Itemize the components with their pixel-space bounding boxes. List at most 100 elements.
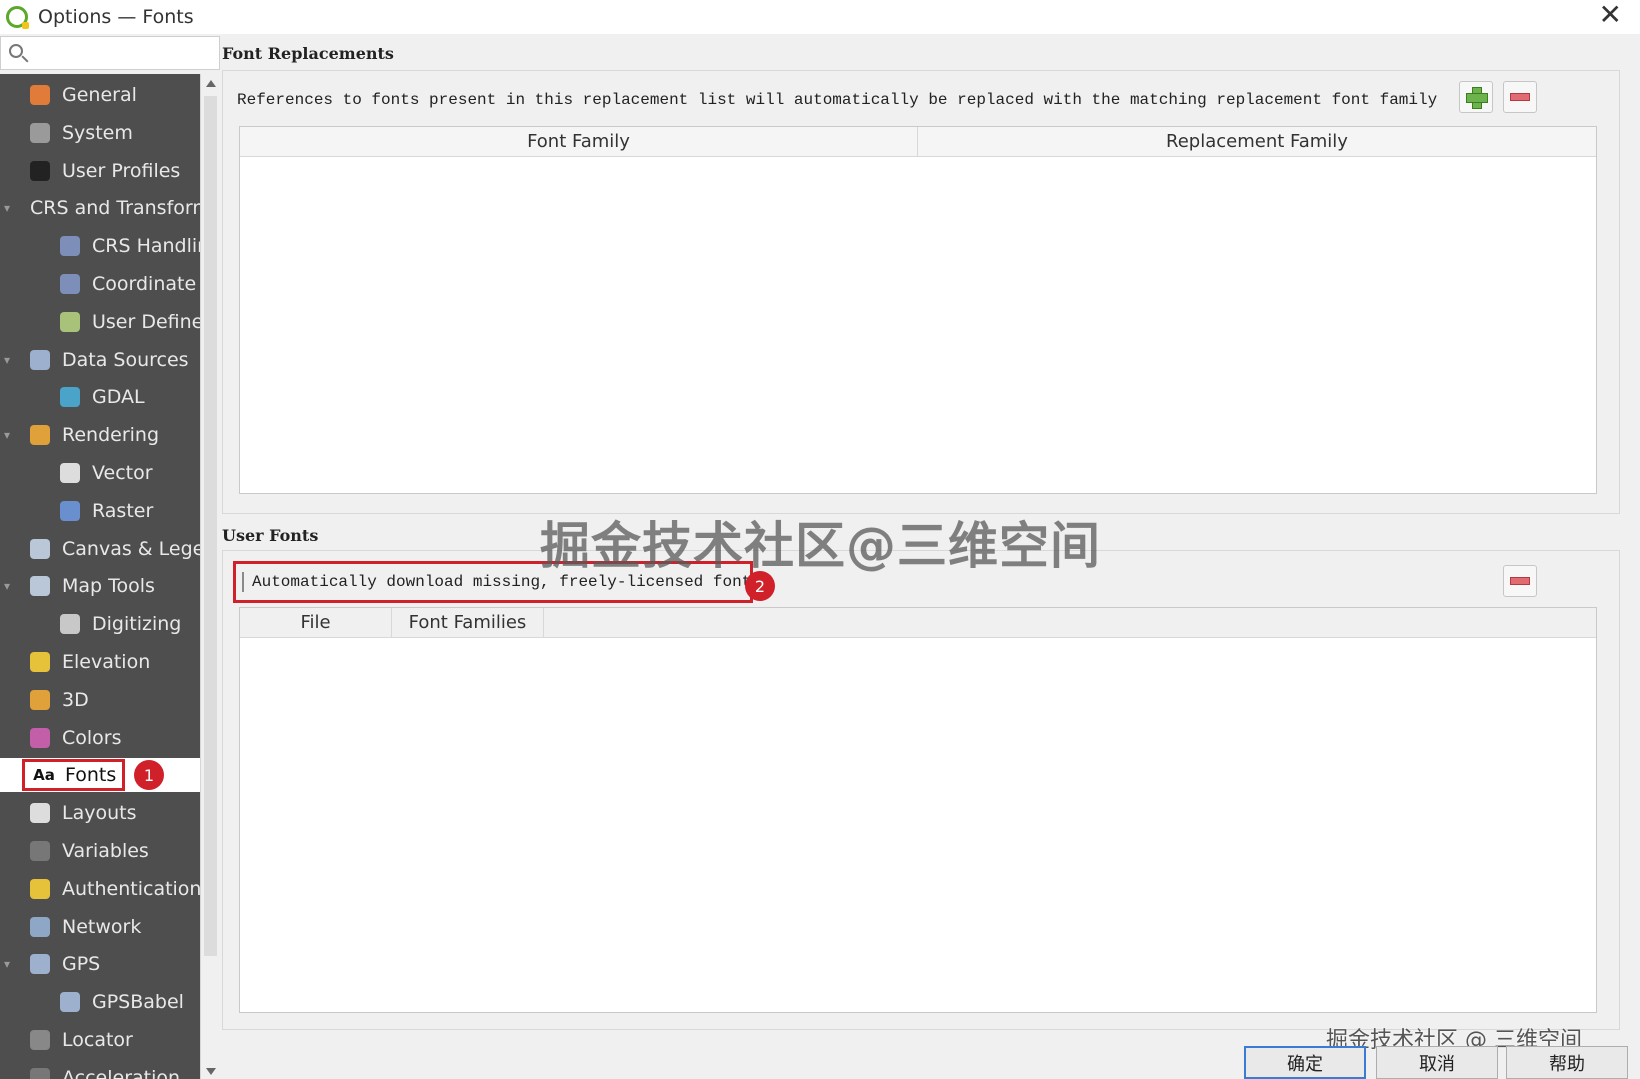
sidebar-item[interactable]: Aa Fonts 1: [0, 758, 200, 793]
search-input[interactable]: [31, 41, 211, 65]
sidebar-item[interactable]: Network: [0, 910, 200, 944]
map-tools-icon: [30, 576, 50, 597]
font-replacements-group: References to fonts present in this repl…: [222, 70, 1620, 514]
plus-icon: [1466, 87, 1488, 109]
expand-arrow-icon[interactable]: ▾: [4, 201, 10, 215]
layouts-icon: [30, 803, 50, 824]
sidebar-scrollbar[interactable]: [200, 74, 220, 1079]
font-replacements-table[interactable]: Font Family Replacement Family: [239, 126, 1597, 494]
remove-user-font-button[interactable]: [1503, 565, 1537, 597]
fonts-icon: Aa: [33, 766, 55, 785]
sidebar-item[interactable]: Raster: [0, 494, 200, 528]
sidebar-item[interactable]: Coordinate Transforms: [0, 267, 200, 301]
sidebar-item-label: Variables: [62, 840, 149, 862]
sidebar-item[interactable]: Locator: [0, 1023, 200, 1057]
close-button[interactable]: ✕: [1599, 0, 1622, 30]
sidebar-item[interactable]: Variables: [0, 834, 200, 868]
sidebar-item-label: GDAL: [92, 386, 145, 409]
sidebar-item[interactable]: Acceleration: [0, 1061, 200, 1079]
globe-icon: [60, 236, 80, 257]
sidebar-item-label: Data Sources: [62, 348, 189, 371]
sidebar-item-label: Acceleration: [62, 1066, 181, 1079]
sidebar-item[interactable]: ▾ Rendering: [0, 418, 200, 452]
auto-download-checkbox[interactable]: [242, 572, 244, 592]
sidebar-item[interactable]: Digitizing: [0, 607, 200, 641]
sidebar-item[interactable]: CRS Handling: [0, 229, 200, 263]
cube-icon: [30, 689, 50, 710]
cancel-button[interactable]: 取消: [1376, 1046, 1498, 1079]
search-icon: [9, 44, 23, 58]
sidebar-item[interactable]: ▾ Map Tools: [0, 569, 200, 603]
sidebar-item-label: Network: [62, 915, 142, 938]
expand-arrow-icon[interactable]: ▾: [4, 957, 10, 971]
elevation-icon: [30, 652, 50, 672]
sidebar-item[interactable]: System: [0, 116, 200, 150]
expand-arrow-icon[interactable]: ▾: [4, 353, 10, 367]
sidebar-item-label: System: [62, 121, 133, 144]
vector-icon: [60, 463, 80, 483]
step-badge-1: 1: [134, 760, 164, 791]
gps-icon: [60, 992, 80, 1013]
sidebar-item-label: Vector: [92, 462, 153, 484]
font-replacements-description: References to fonts present in this repl…: [237, 91, 1438, 109]
sidebar-item[interactable]: ▾ CRS and Transforms: [0, 191, 200, 225]
sidebar-item[interactable]: Vector: [0, 456, 200, 490]
sidebar-item[interactable]: 3D: [0, 683, 200, 717]
globe-icon: [60, 311, 80, 332]
user-fonts-title: User Fonts: [222, 526, 319, 545]
minus-icon: [1510, 577, 1530, 585]
expand-arrow-icon[interactable]: ▾: [4, 428, 10, 442]
sidebar-item[interactable]: Layouts: [0, 796, 200, 830]
watermark-text: 掘金技术社区@三维空间: [540, 517, 1101, 575]
digitizing-icon: [60, 614, 80, 635]
sidebar-item-label: Digitizing: [92, 613, 182, 636]
sidebar-item[interactable]: GDAL: [0, 380, 200, 414]
scroll-thumb[interactable]: [204, 96, 217, 956]
add-replacement-button[interactable]: [1459, 81, 1493, 113]
sidebar-item-label: Fonts: [65, 764, 117, 787]
expand-arrow-icon[interactable]: ▾: [4, 579, 10, 593]
ok-button[interactable]: 确定: [1244, 1046, 1366, 1079]
sidebar-item[interactable]: Elevation: [0, 645, 200, 679]
scroll-up-arrow-icon[interactable]: [206, 80, 216, 87]
table-header: Font Family Replacement Family: [240, 127, 1596, 157]
title-bar: Options — Fonts ✕: [0, 0, 1640, 34]
sidebar-item[interactable]: ▾ Data Sources: [0, 343, 200, 377]
sidebar-item-label: Canvas & Legend: [62, 537, 200, 560]
column-header-replacement-family[interactable]: Replacement Family: [918, 127, 1596, 156]
search-icon: [30, 1030, 50, 1050]
sidebar-item-label: Layouts: [62, 802, 137, 825]
sidebar-item[interactable]: General: [0, 78, 200, 112]
acceleration-icon: [30, 1067, 50, 1079]
gdal-icon: [60, 387, 80, 408]
column-header-font-family[interactable]: Font Family: [240, 127, 918, 156]
sidebar-item-label: User Defined CRS: [92, 310, 200, 333]
help-button[interactable]: 帮助: [1506, 1046, 1628, 1079]
general-icon: [30, 85, 50, 105]
variables-icon: [30, 841, 50, 861]
sidebar-item[interactable]: User Defined CRS: [0, 305, 200, 339]
canvas-icon: [30, 538, 50, 559]
sidebar-item-label: Raster: [92, 499, 154, 522]
column-header-file[interactable]: File: [240, 608, 392, 637]
column-header-font-families[interactable]: Font Families: [392, 608, 544, 637]
user-fonts-table[interactable]: File Font Families: [239, 607, 1597, 1013]
scroll-down-arrow-icon[interactable]: [206, 1068, 216, 1075]
sidebar-item-label: Colors: [62, 726, 122, 749]
gps-icon: [30, 954, 50, 975]
sidebar-item[interactable]: Canvas & Legend: [0, 532, 200, 566]
table-icon: [30, 349, 50, 370]
sidebar-item[interactable]: ▾ GPS: [0, 947, 200, 981]
sidebar-item[interactable]: Colors: [0, 721, 200, 755]
sidebar-item[interactable]: Authentication: [0, 872, 200, 906]
sidebar-item-label: Elevation: [62, 651, 151, 673]
fonts-highlight: Aa Fonts: [22, 759, 126, 792]
remove-replacement-button[interactable]: [1503, 81, 1537, 113]
font-replacements-title: Font Replacements: [222, 44, 394, 63]
user-icon: [30, 160, 50, 181]
palette-icon: [30, 727, 50, 748]
sidebar-item[interactable]: User Profiles: [0, 154, 200, 188]
lock-icon: [30, 878, 50, 899]
sidebar-item[interactable]: GPSBabel: [0, 985, 200, 1019]
sidebar-item-label: Rendering: [62, 424, 160, 447]
